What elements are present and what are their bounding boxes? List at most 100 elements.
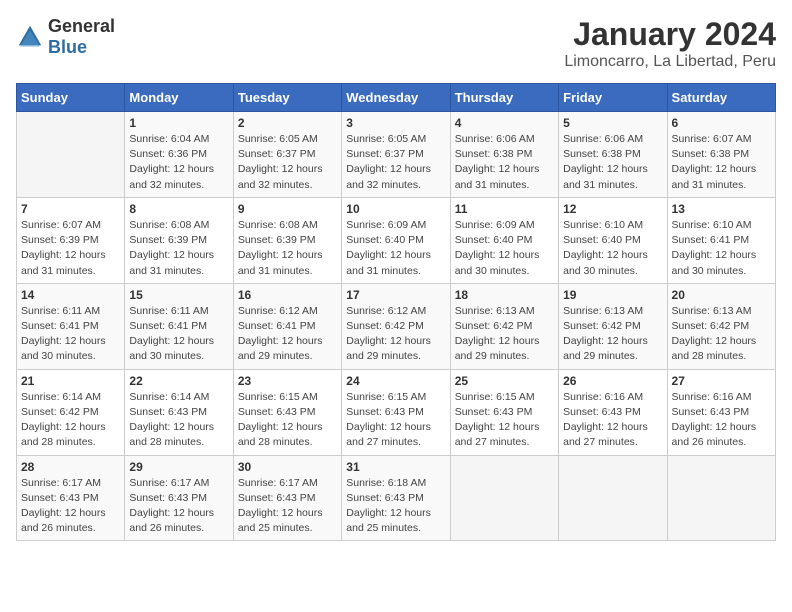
header: General Blue January 2024 Limoncarro, La… [16, 16, 776, 71]
calendar-cell: 11 Sunrise: 6:09 AMSunset: 6:40 PMDayligh… [450, 197, 558, 283]
day-detail: Sunrise: 6:06 AMSunset: 6:38 PMDaylight:… [563, 132, 662, 193]
day-detail: Sunrise: 6:05 AMSunset: 6:37 PMDaylight:… [238, 132, 337, 193]
calendar-header-row: SundayMondayTuesdayWednesdayThursdayFrid… [17, 84, 776, 112]
day-number: 28 [21, 460, 120, 474]
day-detail: Sunrise: 6:10 AMSunset: 6:40 PMDaylight:… [563, 218, 662, 279]
day-number: 7 [21, 202, 120, 216]
day-detail: Sunrise: 6:13 AMSunset: 6:42 PMDaylight:… [563, 304, 662, 365]
calendar-cell: 29Sunrise: 6:17 AMSunset: 6:43 PMDayligh… [125, 455, 233, 541]
day-of-week-header: Wednesday [342, 84, 450, 112]
calendar-cell: 19 Sunrise: 6:13 AMSunset: 6:42 PMDayligh… [559, 283, 667, 369]
day-number: 11 [455, 202, 554, 216]
calendar-cell: 23 Sunrise: 6:15 AMSunset: 6:43 PMDayligh… [233, 369, 341, 455]
day-detail: Sunrise: 6:13 AMSunset: 6:42 PMDaylight:… [672, 304, 771, 365]
day-detail: Sunrise: 6:09 AMSunset: 6:40 PMDaylight:… [346, 218, 445, 279]
day-detail: Sunrise: 6:05 AMSunset: 6:37 PMDaylight:… [346, 132, 445, 193]
day-detail: Sunrise: 6:14 AMSunset: 6:42 PMDaylight:… [21, 390, 120, 451]
day-detail: Sunrise: 6:12 AMSunset: 6:41 PMDaylight:… [238, 304, 337, 365]
day-number: 17 [346, 288, 445, 302]
title-area: January 2024 Limoncarro, La Libertad, Pe… [564, 16, 776, 71]
day-number: 15 [129, 288, 228, 302]
calendar-body: 1Sunrise: 6:04 AMSunset: 6:36 PMDaylight… [17, 112, 776, 541]
day-detail: Sunrise: 6:09 AMSunset: 6:40 PMDaylight:… [455, 218, 554, 279]
calendar-cell: 18 Sunrise: 6:13 AMSunset: 6:42 PMDayligh… [450, 283, 558, 369]
day-detail: Sunrise: 6:10 AMSunset: 6:41 PMDaylight:… [672, 218, 771, 279]
day-detail: Sunrise: 6:12 AMSunset: 6:42 PMDaylight:… [346, 304, 445, 365]
calendar-week-row: 28 Sunrise: 6:17 AMSunset: 6:43 PMDayligh… [17, 455, 776, 541]
day-number: 16 [238, 288, 337, 302]
calendar-table: SundayMondayTuesdayWednesdayThursdayFrid… [16, 83, 776, 541]
day-number: 19 [563, 288, 662, 302]
calendar-cell [450, 455, 558, 541]
day-detail: Sunrise: 6:16 AMSunset: 6:43 PMDaylight:… [563, 390, 662, 451]
day-detail: Sunrise: 6:07 AMSunset: 6:38 PMDaylight:… [672, 132, 771, 193]
calendar-cell: 28Sunrise: 6:17 AMSunset: 6:43 PMDayligh… [17, 455, 125, 541]
calendar-cell: 8 Sunrise: 6:08 AMSunset: 6:39 PMDaylight… [125, 197, 233, 283]
day-detail: Sunrise: 6:06 AMSunset: 6:38 PMDaylight:… [455, 132, 554, 193]
day-number: 9 [238, 202, 337, 216]
calendar-cell: 26Sunrise: 6:16 AMSunset: 6:43 PMDayligh… [559, 369, 667, 455]
day-number: 18 [455, 288, 554, 302]
day-number: 4 [455, 116, 554, 130]
day-detail: Sunrise: 6:11 AMSunset: 6:41 PMDaylight:… [129, 304, 228, 365]
day-detail: Sunrise: 6:13 AMSunset: 6:42 PMDaylight:… [455, 304, 554, 365]
calendar-week-row: 7Sunrise: 6:07 AMSunset: 6:39 PMDaylight… [17, 197, 776, 283]
day-number: 24 [346, 374, 445, 388]
calendar-cell: 4 Sunrise: 6:06 AMSunset: 6:38 PMDaylight… [450, 112, 558, 198]
day-number: 10 [346, 202, 445, 216]
calendar-cell: 6 Sunrise: 6:07 AMSunset: 6:38 PMDaylight… [667, 112, 775, 198]
calendar-cell: 7Sunrise: 6:07 AMSunset: 6:39 PMDaylight… [17, 197, 125, 283]
day-number: 29 [129, 460, 228, 474]
calendar-cell [667, 455, 775, 541]
day-detail: Sunrise: 6:08 AMSunset: 6:39 PMDaylight:… [129, 218, 228, 279]
day-number: 8 [129, 202, 228, 216]
logo-general: General [48, 16, 115, 37]
day-number: 30 [238, 460, 337, 474]
calendar-cell: 22Sunrise: 6:14 AMSunset: 6:43 PMDayligh… [125, 369, 233, 455]
day-number: 3 [346, 116, 445, 130]
day-number: 27 [672, 374, 771, 388]
calendar-cell: 25 Sunrise: 6:15 AMSunset: 6:43 PMDayligh… [450, 369, 558, 455]
calendar-cell: 31 Sunrise: 6:18 AMSunset: 6:43 PMDayligh… [342, 455, 450, 541]
day-detail: Sunrise: 6:15 AMSunset: 6:43 PMDaylight:… [346, 390, 445, 451]
calendar-cell [559, 455, 667, 541]
day-number: 21 [21, 374, 120, 388]
calendar-cell [17, 112, 125, 198]
day-detail: Sunrise: 6:18 AMSunset: 6:43 PMDaylight:… [346, 476, 445, 537]
day-of-week-header: Friday [559, 84, 667, 112]
logo-icon [16, 23, 44, 51]
calendar-cell: 1Sunrise: 6:04 AMSunset: 6:36 PMDaylight… [125, 112, 233, 198]
calendar-cell: 2Sunrise: 6:05 AMSunset: 6:37 PMDaylight… [233, 112, 341, 198]
calendar-week-row: 21 Sunrise: 6:14 AMSunset: 6:42 PMDayligh… [17, 369, 776, 455]
day-of-week-header: Saturday [667, 84, 775, 112]
day-detail: Sunrise: 6:08 AMSunset: 6:39 PMDaylight:… [238, 218, 337, 279]
day-detail: Sunrise: 6:17 AMSunset: 6:43 PMDaylight:… [238, 476, 337, 537]
day-number: 20 [672, 288, 771, 302]
day-of-week-header: Thursday [450, 84, 558, 112]
calendar-cell: 30 Sunrise: 6:17 AMSunset: 6:43 PMDayligh… [233, 455, 341, 541]
day-detail: Sunrise: 6:14 AMSunset: 6:43 PMDaylight:… [129, 390, 228, 451]
day-number: 31 [346, 460, 445, 474]
calendar-cell: 3 Sunrise: 6:05 AMSunset: 6:37 PMDaylight… [342, 112, 450, 198]
main-title: January 2024 [564, 16, 776, 53]
calendar-cell: 10 Sunrise: 6:09 AMSunset: 6:40 PMDayligh… [342, 197, 450, 283]
day-detail: Sunrise: 6:15 AMSunset: 6:43 PMDaylight:… [455, 390, 554, 451]
day-number: 23 [238, 374, 337, 388]
day-number: 25 [455, 374, 554, 388]
calendar-cell: 14 Sunrise: 6:11 AMSunset: 6:41 PMDayligh… [17, 283, 125, 369]
day-number: 14 [21, 288, 120, 302]
day-of-week-header: Monday [125, 84, 233, 112]
calendar-week-row: 14 Sunrise: 6:11 AMSunset: 6:41 PMDayligh… [17, 283, 776, 369]
day-detail: Sunrise: 6:15 AMSunset: 6:43 PMDaylight:… [238, 390, 337, 451]
calendar-cell: 16 Sunrise: 6:12 AMSunset: 6:41 PMDayligh… [233, 283, 341, 369]
day-detail: Sunrise: 6:16 AMSunset: 6:43 PMDaylight:… [672, 390, 771, 451]
day-number: 6 [672, 116, 771, 130]
logo-blue: Blue [48, 37, 115, 58]
logo: General Blue [16, 16, 115, 58]
calendar-cell: 5Sunrise: 6:06 AMSunset: 6:38 PMDaylight… [559, 112, 667, 198]
day-detail: Sunrise: 6:11 AMSunset: 6:41 PMDaylight:… [21, 304, 120, 365]
calendar-cell: 24 Sunrise: 6:15 AMSunset: 6:43 PMDayligh… [342, 369, 450, 455]
day-number: 12 [563, 202, 662, 216]
calendar-cell: 20 Sunrise: 6:13 AMSunset: 6:42 PMDayligh… [667, 283, 775, 369]
day-of-week-header: Sunday [17, 84, 125, 112]
